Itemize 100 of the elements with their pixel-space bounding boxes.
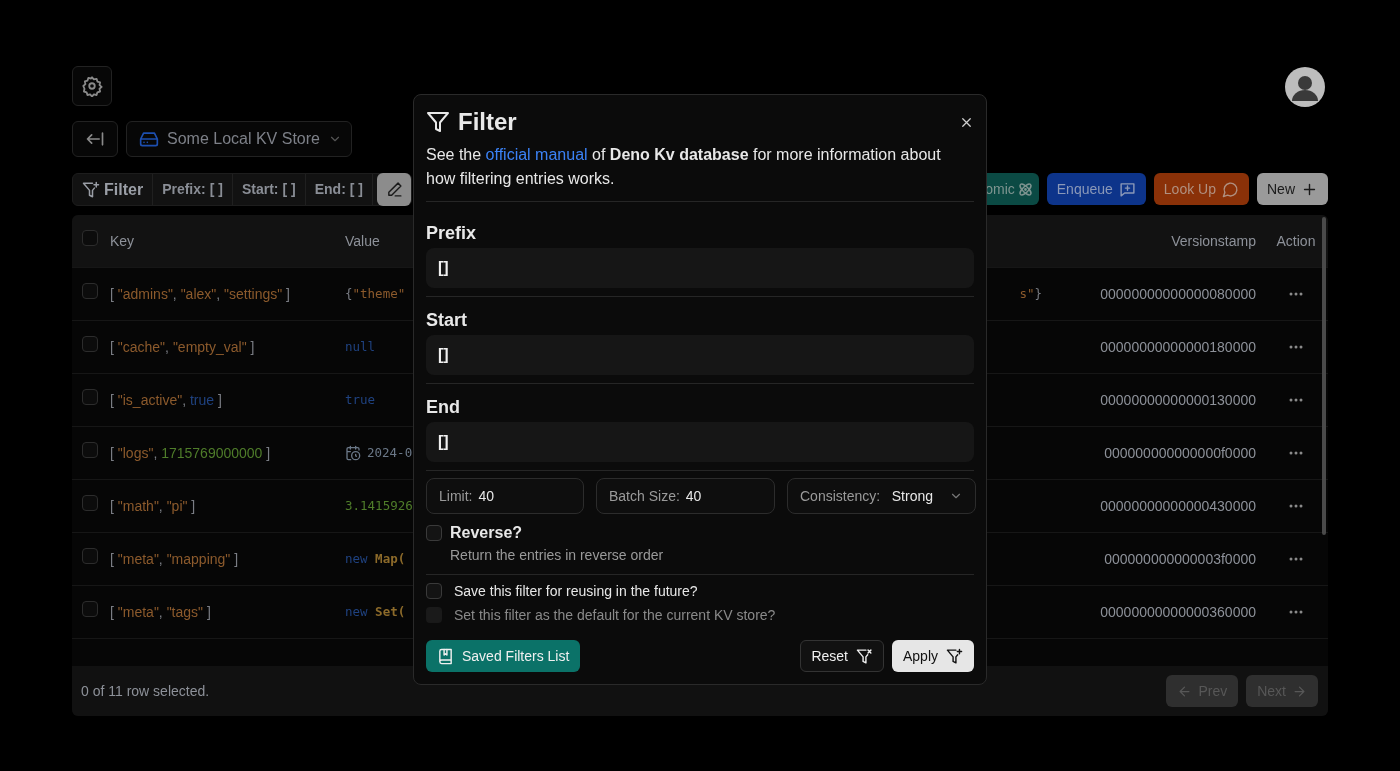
- filter-chip: End: [ ]: [305, 174, 374, 205]
- field-label: End: [426, 396, 461, 418]
- row-actions-button[interactable]: [1289, 292, 1303, 296]
- field-label: Start: [426, 309, 468, 331]
- row-actions-button[interactable]: [1289, 557, 1303, 561]
- row-checkbox[interactable]: [82, 601, 98, 617]
- back-arrow-icon: [85, 129, 105, 149]
- avatar-icon[interactable]: [1285, 67, 1325, 107]
- apply-button[interactable]: Apply: [891, 640, 974, 672]
- versionstamp-cell: 00000000000000080000: [1100, 285, 1256, 302]
- versionstamp-cell: 00000000000000130000: [1100, 391, 1256, 408]
- input-field[interactable]: []: [426, 248, 974, 288]
- edit-filter-button[interactable]: [377, 173, 412, 206]
- value-cell-text: 3.1415926: [345, 496, 413, 515]
- pencil-icon: [385, 181, 403, 198]
- key-cell: [ "math", "pi" ]: [110, 497, 196, 514]
- funnel-icon: [426, 110, 450, 134]
- filter-chip: Prefix: [ ]: [153, 174, 233, 205]
- checkbox[interactable]: [426, 525, 442, 541]
- column-header: Value: [345, 232, 380, 249]
- key-cell: [ "logs", 1715769000000 ]: [110, 444, 271, 461]
- manual-link[interactable]: official manual: [485, 146, 588, 163]
- versionstamp-cell: 00000000000000430000: [1100, 497, 1256, 514]
- more-icon: [1289, 504, 1303, 508]
- input-field[interactable]: 40: [685, 485, 746, 507]
- column-header: Versionstamp: [1171, 232, 1256, 249]
- row-checkbox[interactable]: [82, 389, 98, 405]
- versionstamp-cell: 000000000000000f0000: [1104, 444, 1256, 461]
- value-cell-text: {"theme": [345, 284, 406, 303]
- funnel-plus-icon: [946, 647, 963, 665]
- column-header: Key: [110, 232, 135, 249]
- checkbox-label: Set this filter as the default for the current KV store?: [454, 606, 776, 624]
- input-field[interactable]: []: [426, 422, 974, 462]
- funnel-x-icon: [855, 647, 873, 665]
- arrow-left-icon: [1177, 683, 1193, 699]
- more-icon: [1289, 398, 1303, 402]
- key-cell: [ "is_active", true ]: [110, 391, 222, 408]
- store-select[interactable]: Some Local KV Store: [126, 121, 352, 157]
- checkbox[interactable]: [426, 583, 442, 599]
- row-checkbox[interactable]: [82, 336, 98, 352]
- column-header: Action: [1276, 231, 1316, 251]
- reset-button[interactable]: Reset: [800, 640, 884, 672]
- consistency-select[interactable]: Consistency: Strong: [787, 478, 976, 514]
- input-field[interactable]: []: [426, 335, 974, 375]
- book-icon: [437, 647, 454, 665]
- enqueue-button[interactable]: Enqueue: [1046, 173, 1146, 205]
- saved-button[interactable]: Saved Filters List: [426, 640, 581, 672]
- value-cell-text: null: [345, 337, 376, 356]
- row-checkbox[interactable]: [82, 495, 98, 511]
- versionstamp-cell: 00000000000000180000: [1100, 338, 1256, 355]
- key-cell: [ "admins", "alex", "settings" ]: [110, 285, 290, 302]
- calendar-clock-icon: [345, 445, 361, 461]
- field-label: Limit:: [439, 486, 473, 506]
- more-icon: [1289, 557, 1303, 561]
- row-checkbox[interactable]: [82, 548, 98, 564]
- value-cell-text: new Map(: [345, 549, 406, 568]
- row-checkbox[interactable]: [82, 283, 98, 299]
- more-icon: [1289, 451, 1303, 455]
- message-plus-icon: [1118, 180, 1136, 198]
- row-actions-button[interactable]: [1289, 345, 1303, 349]
- funnel-plus-icon: [82, 180, 100, 199]
- checkbox-label: Reverse?: [450, 524, 523, 542]
- more-icon: [1289, 345, 1303, 349]
- back-button[interactable]: [72, 121, 118, 157]
- key-cell: [ "meta", "mapping" ]: [110, 550, 239, 567]
- arrow-right-icon: [1292, 683, 1307, 699]
- field-label: Prefix: [426, 222, 478, 244]
- dialog-title: Filter: [458, 107, 517, 137]
- field-label: Consistency:: [800, 486, 881, 506]
- settings-icon: [81, 75, 103, 97]
- row-actions-button[interactable]: [1289, 398, 1303, 402]
- input-field[interactable]: 40: [478, 485, 539, 507]
- description-text: See the official manual of Deno Kv database for more information about how filtering entries works.: [426, 145, 942, 189]
- checkbox-label: Save this filter for reusing in the future?: [454, 582, 698, 600]
- value-cell-text: 2024-0: [367, 443, 413, 462]
- row-actions-button[interactable]: [1289, 504, 1303, 508]
- value-cell-text: true: [345, 390, 376, 409]
- row-actions-button[interactable]: [1289, 451, 1303, 455]
- versionstamp-cell: 000000000000003f0000: [1104, 550, 1256, 567]
- scrollbar[interactable]: [1322, 217, 1326, 535]
- versionstamp-cell: 00000000000000360000: [1100, 603, 1256, 620]
- more-icon: [1289, 610, 1303, 614]
- row-checkbox[interactable]: [82, 442, 98, 458]
- drive-icon: [139, 129, 159, 149]
- value-cell-text: s"}: [1019, 284, 1042, 303]
- field-label: Batch Size:: [609, 486, 680, 506]
- atom-icon: [1016, 180, 1034, 198]
- filter-label[interactable]: Filter: [73, 174, 154, 205]
- key-cell: [ "cache", "empty_val" ]: [110, 338, 255, 355]
- key-cell: [ "meta", "tags" ]: [110, 603, 211, 620]
- filter-chip: Start: [ ]: [232, 174, 306, 205]
- more-icon: [1289, 292, 1303, 296]
- select-all-checkbox[interactable]: [82, 230, 98, 246]
- row-actions-button[interactable]: [1289, 610, 1303, 614]
- new-button[interactable]: New: [1257, 173, 1328, 205]
- speech-bubble-icon: [1222, 180, 1239, 198]
- settings-button[interactable]: [72, 66, 112, 106]
- hint-text: Return the entries in reverse order: [450, 546, 665, 564]
- value-cell-text: new Set(: [345, 602, 406, 621]
- selection-count: 0 of 11 row selected.: [81, 681, 210, 701]
